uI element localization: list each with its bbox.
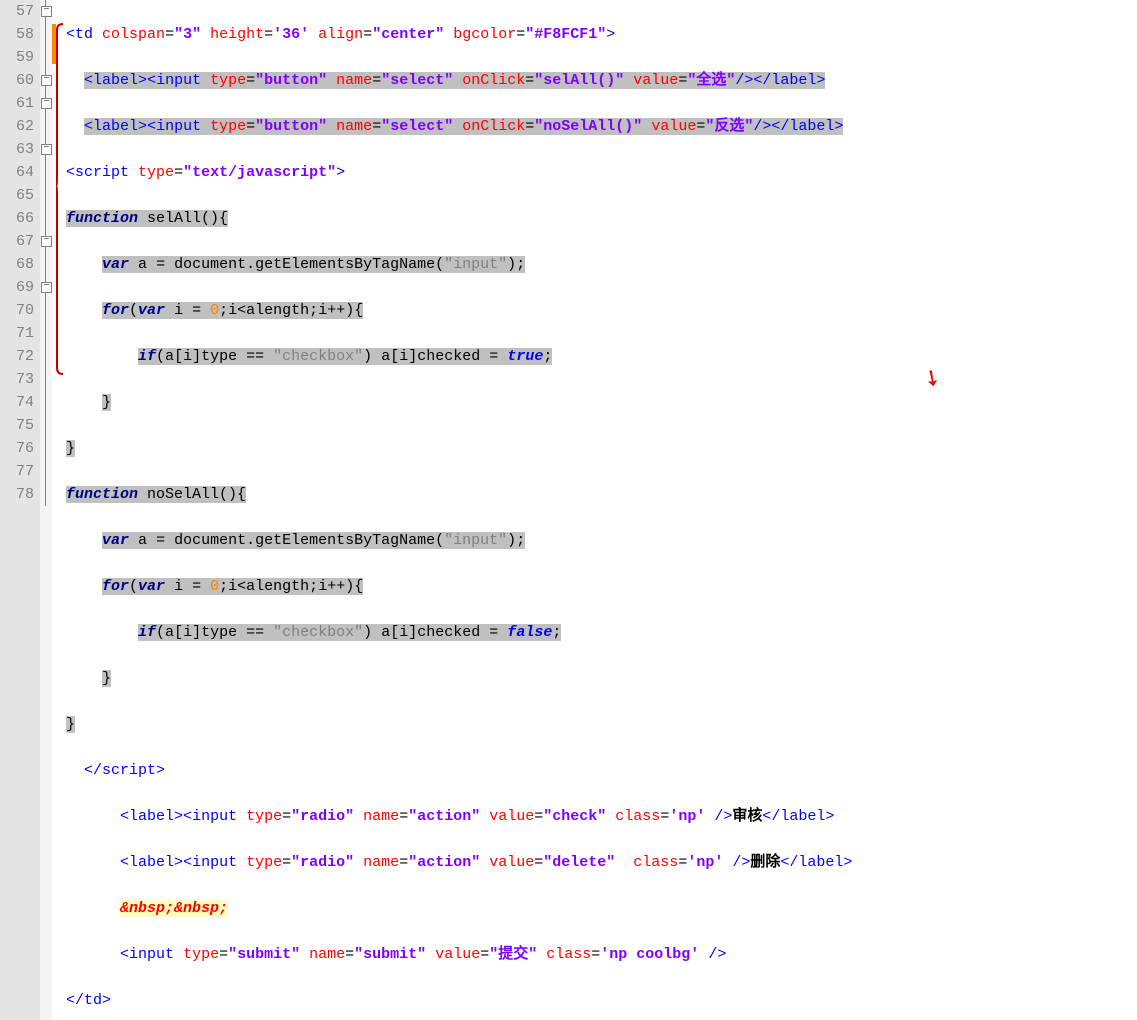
line-number[interactable]: 76 <box>10 437 34 460</box>
line-number[interactable]: 65 <box>10 184 34 207</box>
fold-toggle-icon[interactable]: − <box>41 75 52 86</box>
code-line[interactable]: <label><input type="button" name="select… <box>66 69 1137 92</box>
code-line[interactable]: } <box>66 437 1137 460</box>
code-line[interactable]: &nbsp;&nbsp; <box>66 897 1137 920</box>
line-number[interactable]: 61 <box>10 92 34 115</box>
brace-column <box>56 0 64 1020</box>
line-number[interactable]: 72 <box>10 345 34 368</box>
code-area[interactable]: <td colspan="3" height='36' align="cente… <box>64 0 1137 1020</box>
line-number[interactable]: 58 <box>10 23 34 46</box>
line-number[interactable]: 74 <box>10 391 34 414</box>
line-number[interactable]: 63 <box>10 138 34 161</box>
code-line[interactable]: <input type="submit" name="submit" value… <box>66 943 1137 966</box>
code-line[interactable]: for(var i = 0;i<alength;i++){ <box>66 299 1137 322</box>
line-number[interactable]: 73 <box>10 368 34 391</box>
code-line[interactable]: var a = document.getElementsByTagName("i… <box>66 253 1137 276</box>
line-number[interactable]: 75 <box>10 414 34 437</box>
line-number[interactable]: 77 <box>10 460 34 483</box>
code-line[interactable]: } <box>66 713 1137 736</box>
line-number[interactable]: 78 <box>10 483 34 506</box>
line-number[interactable]: 57 <box>10 0 34 23</box>
code-line[interactable]: } <box>66 667 1137 690</box>
code-line[interactable]: if(a[i]type == "checkbox") a[i]checked =… <box>66 621 1137 644</box>
code-line[interactable]: <label><input type="radio" name="action"… <box>66 805 1137 828</box>
line-number[interactable]: 64 <box>10 161 34 184</box>
code-line[interactable]: </script> <box>66 759 1137 782</box>
code-line[interactable]: var a = document.getElementsByTagName("i… <box>66 529 1137 552</box>
code-line[interactable]: if(a[i]type == "checkbox") a[i]checked =… <box>66 345 1137 368</box>
code-line[interactable]: } <box>66 391 1137 414</box>
code-line[interactable]: <script type="text/javascript"> <box>66 161 1137 184</box>
line-number[interactable]: 70 <box>10 299 34 322</box>
code-line[interactable]: <label><input type="radio" name="action"… <box>66 851 1137 874</box>
fold-column: − − − − − − <box>40 0 52 1020</box>
code-line[interactable]: <label><input type="button" name="select… <box>66 115 1137 138</box>
fold-toggle-icon[interactable]: − <box>41 6 52 17</box>
annotation-arrow-icon: ➘ <box>917 365 945 394</box>
line-number[interactable]: 71 <box>10 322 34 345</box>
line-number[interactable]: 69 <box>10 276 34 299</box>
code-line[interactable]: function selAll(){ <box>66 207 1137 230</box>
code-line[interactable]: </td> <box>66 989 1137 1012</box>
line-number[interactable]: 60 <box>10 69 34 92</box>
fold-toggle-icon[interactable]: − <box>41 144 52 155</box>
code-editor: 57 58 59 60 61 62 63 64 65 66 67 68 69 7… <box>0 0 1137 1020</box>
fold-toggle-icon[interactable]: − <box>41 282 52 293</box>
code-line[interactable]: for(var i = 0;i<alength;i++){ <box>66 575 1137 598</box>
line-number[interactable]: 62 <box>10 115 34 138</box>
line-number[interactable]: 66 <box>10 207 34 230</box>
line-number[interactable]: 67 <box>10 230 34 253</box>
code-line[interactable]: <td colspan="3" height='36' align="cente… <box>66 23 1137 46</box>
line-gutter: 57 58 59 60 61 62 63 64 65 66 67 68 69 7… <box>0 0 40 1020</box>
code-line[interactable]: function noSelAll(){ <box>66 483 1137 506</box>
line-number[interactable]: 59 <box>10 46 34 69</box>
line-number[interactable]: 68 <box>10 253 34 276</box>
fold-toggle-icon[interactable]: − <box>41 236 52 247</box>
fold-toggle-icon[interactable]: − <box>41 98 52 109</box>
